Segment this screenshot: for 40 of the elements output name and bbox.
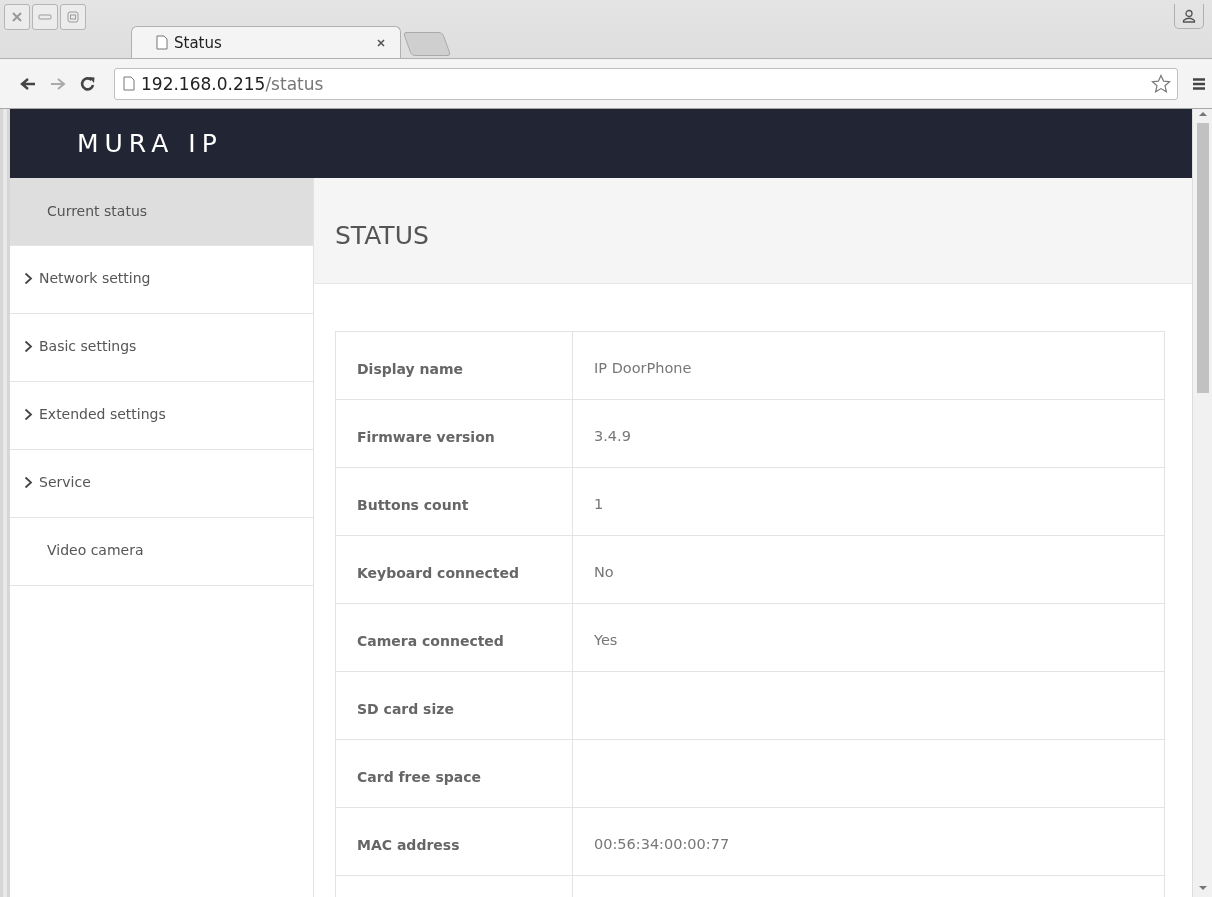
field-label: Buttons count [335,467,573,536]
star-icon[interactable] [1151,73,1171,94]
sidebar-item[interactable]: Current status [10,178,313,246]
back-arrow-icon[interactable] [20,76,36,91]
reload-icon[interactable] [80,75,96,92]
address-bar[interactable]: 192.168.0.215/status [114,67,1178,100]
browser-tab[interactable]: Status [131,26,401,58]
field-label: Firmware version [335,399,573,468]
field-value: No [572,535,1165,604]
field-value: 00:56:34:00:00:77 [572,807,1165,876]
sidebar-item[interactable]: Network setting [10,246,313,314]
close-window-button[interactable] [4,4,30,30]
maximize-icon [67,11,79,23]
forward-arrow-icon[interactable] [50,76,66,91]
minimize-icon [38,14,52,20]
field-label: Display name [335,331,573,400]
page-title: STATUS [335,221,429,250]
field-label: Keyboard connected [335,535,573,604]
close-icon [11,11,23,23]
field-value: 3.4.9 [572,399,1165,468]
menu-icon[interactable] [1192,76,1206,91]
scrollbar-thumb[interactable] [1196,123,1209,393]
profile-button[interactable] [1174,4,1204,29]
person-icon [1182,9,1196,23]
field-value: Yes [572,603,1165,672]
sidebar-item[interactable]: Video camera [10,518,313,586]
scroll-down-icon[interactable] [1197,883,1208,893]
close-icon[interactable] [376,37,386,48]
field-label: MAC address [335,807,573,876]
sidebar-item[interactable]: Service [10,450,313,518]
sidebar-item[interactable]: Basic settings [10,314,313,382]
page-icon [123,76,135,91]
field-label: SD card size [335,671,573,740]
field-label: Camera connected [335,603,573,672]
app-logo: MURA IP [77,129,223,158]
sidebar-item[interactable]: Extended settings [10,382,313,450]
field-value: 1 [572,467,1165,536]
field-value: IP DoorPhone [572,331,1165,400]
field-label: Card free space [335,739,573,808]
page-icon [156,35,168,50]
